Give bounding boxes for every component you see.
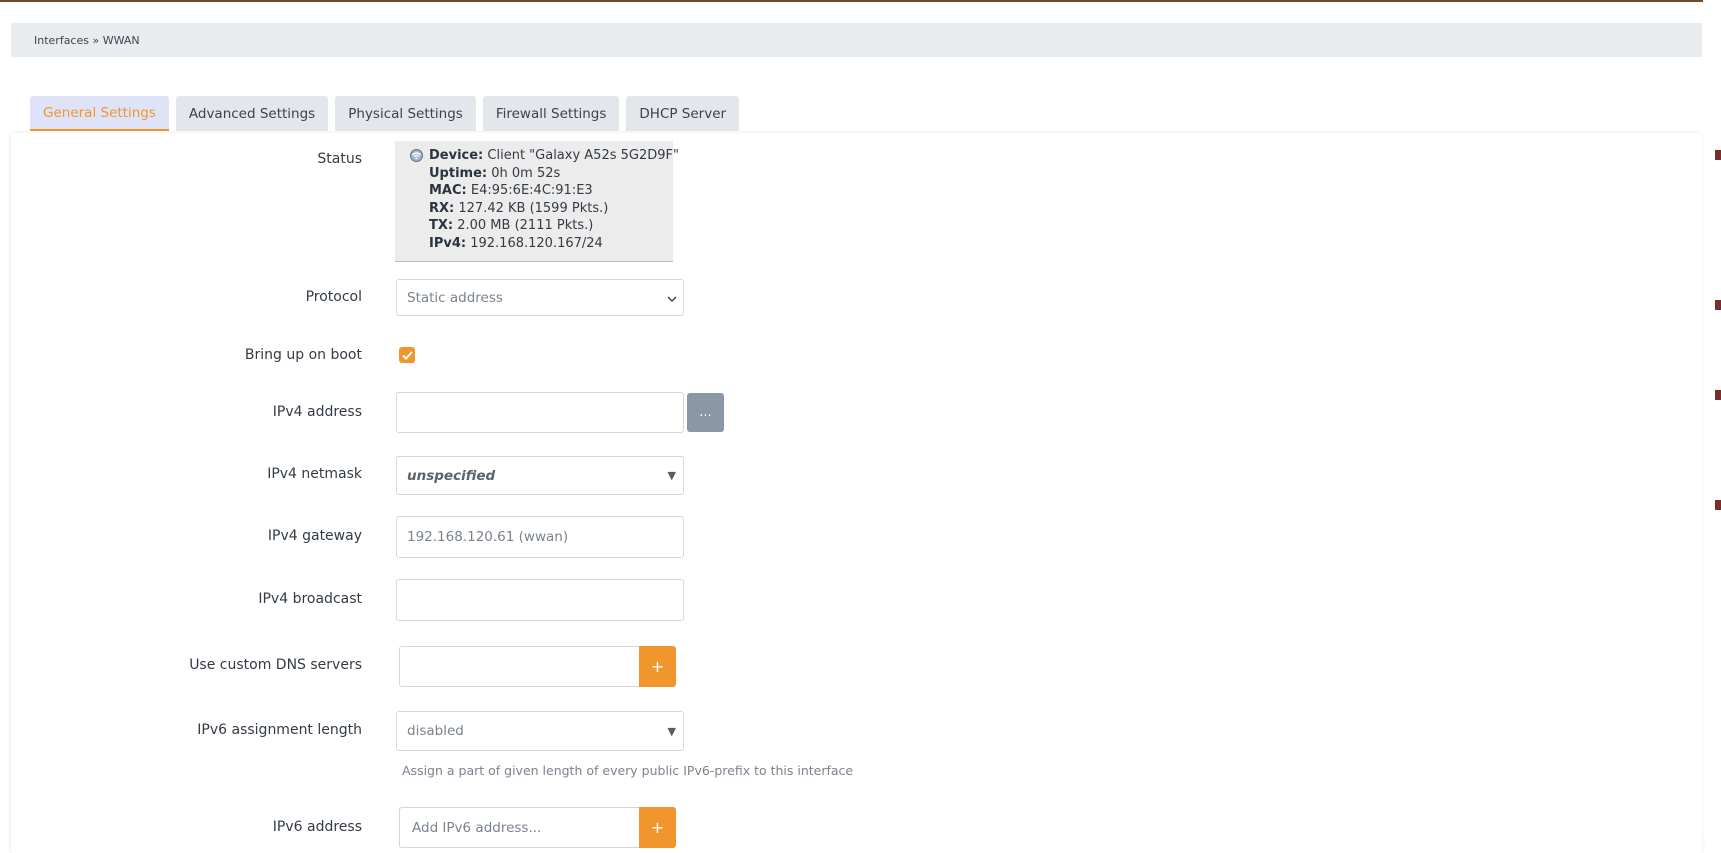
ipv6-assign-label: IPv6 assignment length bbox=[197, 722, 362, 738]
protocol-select-value: Static address bbox=[407, 289, 503, 306]
ipv6-address-placeholder: Add IPv6 address... bbox=[412, 819, 542, 836]
edge-mark bbox=[1715, 500, 1721, 510]
ipv6-assign-combobox[interactable]: disabled ▼ bbox=[396, 711, 684, 751]
ipv4-gateway-placeholder: 192.168.120.61 (wwan) bbox=[407, 529, 569, 545]
chevron-down-icon bbox=[667, 290, 677, 306]
status-box: Device: Client "Galaxy A52s 5G2D9F" Upti… bbox=[395, 141, 679, 262]
protocol-label: Protocol bbox=[305, 289, 362, 305]
window-top-border bbox=[0, 0, 1721, 2]
tab-bar: General Settings Advanced Settings Physi… bbox=[30, 96, 740, 131]
boot-label: Bring up on boot bbox=[244, 347, 362, 363]
tab-physical-settings[interactable]: Physical Settings bbox=[335, 96, 476, 131]
dns-server-input[interactable] bbox=[399, 646, 640, 687]
boot-checkbox[interactable] bbox=[399, 347, 415, 363]
wifi-client-icon bbox=[409, 149, 424, 168]
ipv4-address-more-button[interactable]: ... bbox=[687, 393, 724, 432]
tab-advanced-settings[interactable]: Advanced Settings bbox=[175, 96, 329, 131]
ipv4-gateway-label: IPv4 gateway bbox=[267, 528, 362, 544]
ipv4-broadcast-input[interactable] bbox=[396, 579, 684, 621]
breadcrumb-text: Interfaces » WWAN bbox=[34, 33, 140, 47]
settings-panel bbox=[11, 133, 1702, 853]
add-ipv6-address-button[interactable]: + bbox=[639, 807, 676, 848]
status-label: Status bbox=[317, 151, 362, 167]
protocol-select[interactable]: Static address bbox=[396, 279, 684, 316]
ipv4-netmask-value: unspecified bbox=[407, 467, 496, 484]
ipv6-address-input[interactable]: Add IPv6 address... bbox=[399, 807, 640, 848]
tab-dhcp-server[interactable]: DHCP Server bbox=[626, 96, 740, 131]
ipv4-netmask-label: IPv4 netmask bbox=[267, 466, 362, 482]
breadcrumb: Interfaces » WWAN bbox=[11, 23, 1702, 57]
status-uptime: Uptime: 0h 0m 52s bbox=[429, 165, 561, 181]
status-rx: RX: 127.42 KB (1599 Pkts.) bbox=[429, 200, 609, 216]
ipv4-gateway-input[interactable]: 192.168.120.61 (wwan) bbox=[396, 516, 684, 558]
tab-firewall-settings[interactable]: Firewall Settings bbox=[482, 96, 620, 131]
add-dns-button[interactable]: + bbox=[639, 646, 676, 687]
checkmark-icon bbox=[401, 350, 413, 360]
tab-general-settings[interactable]: General Settings bbox=[30, 96, 169, 131]
ipv6-assign-value: disabled bbox=[407, 723, 464, 739]
dropdown-triangle-icon: ▼ bbox=[667, 469, 676, 482]
ipv6-assign-hint: Assign a part of given length of every p… bbox=[402, 763, 854, 778]
ipv6-address-label: IPv6 address bbox=[272, 819, 362, 835]
custom-dns-label: Use custom DNS servers bbox=[189, 657, 362, 673]
edge-mark bbox=[1715, 150, 1721, 160]
edge-mark bbox=[1715, 300, 1721, 310]
ipv4-address-input[interactable] bbox=[396, 392, 684, 433]
status-device: Device: Client "Galaxy A52s 5G2D9F" bbox=[429, 148, 679, 163]
page-edge bbox=[1703, 0, 1721, 836]
ipv4-netmask-combobox[interactable]: unspecified ▼ bbox=[396, 456, 684, 495]
status-tx: TX: 2.00 MB (2111 Pkts.) bbox=[429, 218, 594, 234]
status-mac: MAC: E4:95:6E:4C:91:E3 bbox=[429, 183, 593, 199]
status-ipv4: IPv4: 192.168.120.167/24 bbox=[429, 235, 603, 251]
dropdown-triangle-icon: ▼ bbox=[667, 724, 676, 738]
ipv4-address-label: IPv4 address bbox=[272, 404, 362, 420]
edge-mark bbox=[1715, 390, 1721, 400]
ipv4-broadcast-label: IPv4 broadcast bbox=[258, 591, 362, 607]
